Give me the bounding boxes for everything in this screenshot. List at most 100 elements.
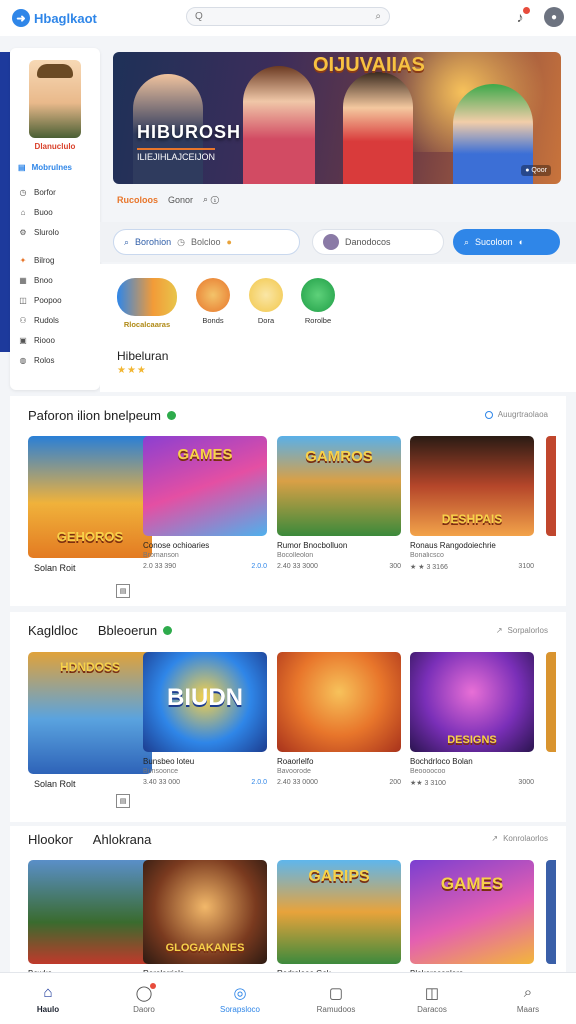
next-card-peek[interactable]	[546, 436, 556, 536]
nav-label: Ramudoos	[316, 1004, 356, 1014]
game-meta: 2.40 33 0000 200	[277, 779, 401, 786]
sidebar-item[interactable]: ◍ Rolos	[18, 356, 92, 365]
fire-icon: ✦	[19, 256, 27, 265]
category-item[interactable]: Rorolbe	[301, 278, 335, 325]
sidebar-item[interactable]: ✦ Bilrog	[18, 256, 92, 265]
category-item[interactable]: Bonds	[196, 278, 230, 325]
bottom-navigation: ⌂ Haulo ◯ Daoro ◎ Sorapsloco ▢ Ramudoos ◫ Dar…	[0, 972, 576, 1024]
game-meta: 2.0 33 390 2.0.0	[143, 563, 267, 570]
game-subtitle: Bromanson	[143, 552, 179, 559]
hero-live-badge[interactable]: ● Qoor	[521, 165, 551, 176]
sidebar-item[interactable]: ▣ Riooo	[18, 336, 92, 345]
game-card[interactable]: Bowko	[28, 860, 152, 978]
see-all-label: Konrolaorlos	[503, 834, 548, 843]
toggle-icon: ◐	[518, 237, 525, 247]
scan-icon[interactable]: ⌕	[375, 11, 381, 22]
tab-icons[interactable]: ⌕ ⓘ	[203, 194, 219, 205]
thumbnail-logo: GAMES	[440, 874, 504, 893]
user-avatar[interactable]: ●	[544, 7, 564, 27]
filter-pill-extra: Bolcloo	[190, 237, 221, 247]
section-see-all-link[interactable]: ↗ Konrolaorlos	[491, 834, 548, 843]
sidebar-item[interactable]: ⌂ Buoo	[18, 208, 92, 217]
section-see-all-link[interactable]: ↗ Sorpalorlos	[496, 626, 548, 635]
thumbnail-logo: GARIPS	[308, 868, 370, 885]
notification-bell-icon[interactable]: ♪	[510, 7, 530, 27]
sidebar-item-label: Rudols	[34, 316, 59, 325]
category-logo-icon	[117, 278, 177, 316]
grid-icon[interactable]: ▤	[116, 584, 130, 598]
home-icon: ⌂	[20, 208, 26, 217]
meta-right: 2.0.0	[251, 779, 267, 786]
category-icon	[301, 278, 335, 312]
tab-active[interactable]: Rucoloos	[117, 195, 158, 205]
game-thumbnail: GAMES	[410, 860, 534, 964]
sidebar-item-label: Slurolo	[34, 228, 59, 237]
section-see-all-link[interactable]: Auugrtraolaoa	[484, 410, 548, 419]
filter-pill-search[interactable]: ⌕ Borohion ◷ Bolcloo ●	[113, 229, 300, 255]
game-card[interactable]: DESIGNS Bochdrloco Bolan Beoooocoo ★★ 3 …	[410, 652, 534, 787]
nav-home[interactable]: ⌂ Haulo	[13, 984, 83, 1014]
filter-pill-profile[interactable]: Danodocos	[312, 229, 444, 255]
game-thumbnail: GARIPS	[277, 860, 401, 964]
game-card[interactable]: GLOGAKANES Rorolarriola	[143, 860, 267, 978]
sidebar-item[interactable]: ⚇ Rudols	[18, 316, 92, 325]
game-card[interactable]: GAMROS Rumor Bnocbolluon Bocolleolon 2.4…	[277, 436, 401, 570]
app-logo[interactable]: ➜ Hbaglkaot	[12, 9, 97, 27]
sidebar-item[interactable]: ◷ Borfor	[18, 188, 92, 197]
game-card[interactable]: DESHPAIS Ronaus Rangodoiechrie Bonalicsc…	[410, 436, 534, 571]
thumbnail-logo: GAMES	[177, 446, 233, 463]
game-title: Bunsbeo loteu	[143, 757, 195, 766]
nav-library[interactable]: ▢ Ramudoos	[301, 984, 371, 1014]
category-item[interactable]: Dora	[249, 278, 283, 325]
category-label: Rlocalcaaras	[123, 320, 171, 329]
search-icon: ⌕	[523, 983, 533, 1001]
game-title: Roaorlelfo	[277, 757, 314, 766]
nav-search[interactable]: ⌕ Maars	[493, 984, 563, 1014]
sidebar-item-label: Bnoo	[34, 276, 53, 285]
game-card[interactable]: GAMES Blokorosonloro	[410, 860, 534, 978]
profile-avatar[interactable]	[29, 60, 81, 138]
game-card[interactable]: GAMES Conose ochioaries Bromanson 2.0 33…	[143, 436, 267, 570]
game-card[interactable]: GARIPS Rodrolooo Gok	[277, 860, 401, 978]
game-subtitle: Bonalicsco	[410, 552, 444, 559]
filter-pill-primary[interactable]: ⌕ Sucoloon ◐	[453, 229, 560, 255]
thumbnail-logo: HDNDOSS	[59, 660, 120, 674]
thumbnail-logo: DESIGNS	[447, 734, 497, 746]
game-card[interactable]: Roaorlelfo Bavoorode 2.40 33 0000 200	[277, 652, 401, 786]
game-title: Ronaus Rangodoiechrie	[410, 541, 496, 550]
nav-explore[interactable]: ◎ Sorapsloco	[205, 984, 275, 1014]
sidebar-accent-bar	[0, 52, 10, 352]
arrow-icon: ↗	[495, 626, 503, 635]
tab-secondary[interactable]: Gonor	[168, 195, 193, 205]
game-card[interactable]: HDNDOSS Solan Rolt ▤	[28, 652, 152, 808]
verified-dot-icon	[163, 626, 173, 635]
nav-trophies[interactable]: ◫ Daracos	[397, 984, 467, 1014]
game-card[interactable]: BIUDN Bunsbeo loteu Bunsoonce 3.40 33 00…	[143, 652, 267, 786]
sidebar-item-label: Bilrog	[34, 256, 55, 265]
filter-pill-label: Sucoloon	[475, 237, 513, 247]
sidebar-item-label: Borfor	[34, 188, 56, 197]
grid-icon[interactable]: ▤	[116, 794, 130, 808]
sidebar-item[interactable]: ◫ Poopoo	[18, 296, 92, 305]
notification-dot	[150, 982, 157, 989]
sidebar-section-label: Mobrulnes	[31, 163, 73, 172]
game-thumbnail: BIUDN	[143, 652, 267, 752]
game-card[interactable]: GEHOROS Solan Roit ▤	[28, 436, 152, 598]
section-title-text: Hlookor	[28, 832, 73, 847]
meta-right: 2.0.0	[251, 563, 267, 570]
category-item[interactable]: Rlocalcaaras	[117, 278, 177, 329]
hero-banner[interactable]: OIJUVAIIAS HIBUROSH ILIEJIHLAJCEIJON ● Q…	[113, 52, 561, 184]
sidebar-section-header[interactable]: ▤ Mobrulnes	[18, 163, 92, 172]
thumbnail-logo: GEHOROS	[56, 529, 124, 544]
nav-chat[interactable]: ◯ Daoro	[109, 982, 179, 1014]
game-title: Solan Rolt	[34, 779, 76, 789]
search-input[interactable]: Q ⌕	[186, 7, 390, 26]
sidebar-item[interactable]: ▦ Bnoo	[18, 276, 92, 285]
next-card-peek[interactable]	[546, 860, 556, 964]
game-thumbnail: GLOGAKANES	[143, 860, 267, 964]
next-card-peek[interactable]	[546, 652, 556, 752]
game-subtitle: Bunsoonce	[143, 768, 179, 775]
sidebar-item-label: Poopoo	[34, 296, 62, 305]
verified-dot-icon	[166, 411, 176, 420]
sidebar-item[interactable]: ⚙ Slurolo	[18, 228, 92, 237]
